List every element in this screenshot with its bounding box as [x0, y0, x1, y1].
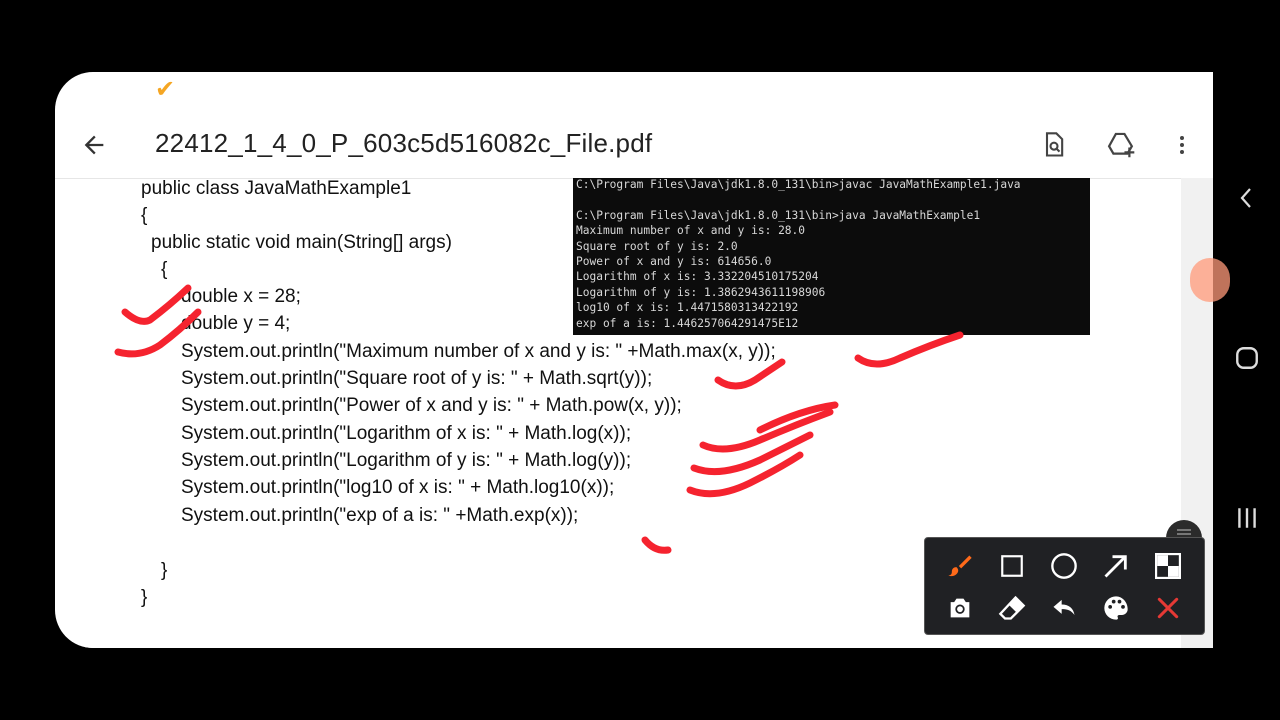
- console-line: Power of x and y is: 614656.0: [576, 255, 772, 268]
- code-line: }: [141, 587, 148, 608]
- code-line: public class JavaMathExample1: [141, 178, 412, 199]
- arrow-left-icon: [84, 135, 104, 155]
- rectangle-tool[interactable]: [994, 548, 1030, 584]
- search-document-button[interactable]: [1035, 126, 1073, 164]
- code-line: System.out.println("Power of x and y is:…: [181, 395, 682, 416]
- console-line: C:\Program Files\Java\jdk1.8.0_131\bin>j…: [576, 208, 981, 222]
- code-line: {: [141, 205, 148, 226]
- code-line: System.out.println("Square root of y is:…: [181, 368, 653, 389]
- console-line: exp of a is: 1.446257064291475E12: [576, 316, 799, 330]
- arrow-tool[interactable]: [1098, 548, 1134, 584]
- console-line: Logarithm of y is: 1.3862943611198906: [576, 285, 826, 299]
- code-line: System.out.println("Maximum number of x …: [181, 341, 776, 362]
- nav-recents-button[interactable]: [1227, 498, 1267, 538]
- code-line: System.out.println("Logarithm of x is: "…: [181, 423, 632, 444]
- back-chevron-icon: [1240, 188, 1251, 208]
- app-bar: 22412_1_4_0_P_603c5d516082c_File.pdf: [55, 112, 1213, 179]
- recents-icon: [1238, 508, 1256, 528]
- code-line: public static void main(String[] args): [151, 232, 452, 253]
- rectangle-icon: [1001, 555, 1023, 577]
- code-line: System.out.println("exp of a is: " +Math…: [181, 505, 579, 526]
- palette-tool[interactable]: [1098, 590, 1134, 626]
- console-line: Logarithm of x is: 3.332204510175204: [576, 270, 819, 284]
- search-document-icon: [1045, 132, 1064, 157]
- more-options-button[interactable]: [1163, 126, 1201, 164]
- brush-tool[interactable]: [942, 548, 978, 584]
- add-to-drive-icon: [1107, 132, 1135, 158]
- code-line: double x = 28;: [181, 286, 301, 307]
- eraser-icon: [998, 595, 1026, 620]
- more-vert-icon: [1180, 136, 1184, 154]
- back-button[interactable]: [75, 126, 113, 164]
- camera-icon: [950, 598, 970, 618]
- palette-icon: [1104, 596, 1128, 620]
- code-line: System.out.println("Logarithm of y is: "…: [181, 450, 632, 471]
- file-title: 22412_1_4_0_P_603c5d516082c_File.pdf: [155, 128, 653, 158]
- circle-tool[interactable]: [1046, 548, 1082, 584]
- code-line: {: [161, 259, 168, 280]
- console-output-image: C:\Program Files\Java\jdk1.8.0_131\bin>j…: [573, 178, 1090, 335]
- arrow-icon: [1104, 555, 1127, 578]
- screenshot-tool[interactable]: [942, 590, 978, 626]
- code-line: double y = 4;: [181, 313, 291, 334]
- floating-assist-handle[interactable]: [1190, 258, 1230, 302]
- annotation-toolbar: [924, 537, 1205, 635]
- brush-icon: [948, 555, 972, 577]
- circle-icon: [1051, 553, 1077, 579]
- home-icon: [1236, 347, 1258, 369]
- console-line: log10 of x is: 1.4471580313422192: [576, 301, 799, 315]
- console-line: C:\Program Files\Java\jdk1.8.0_131\bin>j…: [576, 178, 1021, 191]
- mosaic-icon: [1155, 553, 1181, 579]
- nav-home-button[interactable]: [1227, 338, 1267, 378]
- undo-icon: [1053, 599, 1075, 615]
- nav-back-button[interactable]: [1227, 178, 1267, 218]
- close-toolbar-button[interactable]: [1150, 590, 1186, 626]
- code-line: }: [161, 560, 168, 581]
- console-line: Square root of y is: 2.0: [576, 239, 738, 253]
- eraser-tool[interactable]: [994, 590, 1030, 626]
- code-line: System.out.println("log10 of x is: " + M…: [181, 477, 615, 498]
- checkmark-icon: ✔: [155, 76, 176, 103]
- undo-tool[interactable]: [1046, 590, 1082, 626]
- add-to-drive-button[interactable]: [1103, 126, 1141, 164]
- console-line: Maximum number of x and y is: 28.0: [576, 224, 806, 238]
- close-icon: [1157, 597, 1179, 619]
- mosaic-tool[interactable]: [1150, 548, 1186, 584]
